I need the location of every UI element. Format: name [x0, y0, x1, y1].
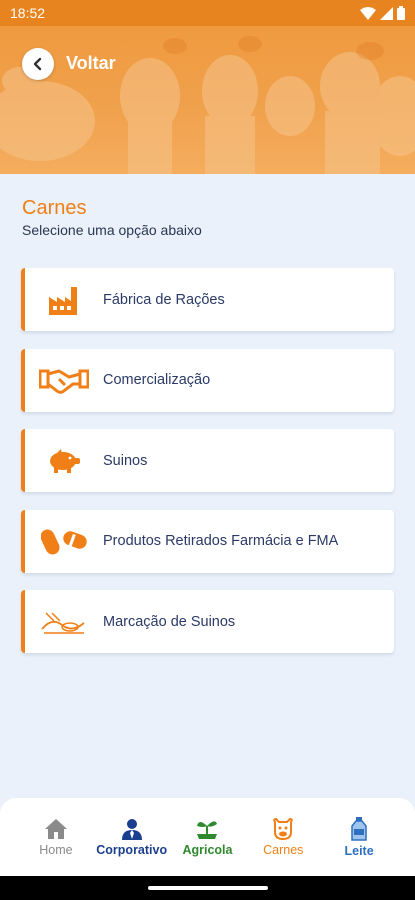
menu-item-comercializacao[interactable]: Comercialização	[21, 348, 394, 412]
nav-agricola[interactable]: Agricola	[172, 798, 242, 876]
nav-home[interactable]: Home	[21, 798, 91, 876]
cattle-background-image	[0, 36, 415, 174]
chevron-left-icon	[33, 57, 42, 71]
pig-icon	[25, 448, 103, 473]
factory-icon	[25, 285, 103, 315]
pig-marking-icon	[25, 609, 103, 635]
nav-corporativo-label: Corporativo	[96, 842, 168, 857]
status-icons	[360, 6, 405, 20]
status-time: 18:52	[10, 5, 46, 21]
pills-icon	[25, 525, 103, 557]
battery-icon	[397, 6, 405, 20]
home-gesture-handle[interactable]	[147, 886, 268, 890]
header-banner: Voltar	[0, 26, 415, 174]
menu-item-label: Suinos	[103, 452, 148, 469]
nav-home-label: Home	[39, 842, 73, 857]
nav-carnes[interactable]: Carnes	[248, 798, 318, 876]
nav-corporativo[interactable]: Corporativo	[96, 798, 168, 876]
handshake-icon	[25, 365, 103, 395]
bull-icon	[273, 817, 294, 840]
nav-leite-label: Leite	[344, 843, 374, 858]
nav-agricola-label: Agricola	[182, 842, 233, 857]
bottom-navigation: Home Corporativo Agricola Carnes Leite	[0, 798, 415, 876]
menu-item-label: Comercialização	[103, 372, 211, 388]
signal-icon	[380, 6, 393, 20]
back-label[interactable]: Voltar	[66, 53, 116, 74]
menu-item-label: Produtos Retirados Farmácia e FMA	[103, 533, 339, 549]
menu-item-marcacao-suinos[interactable]: Marcação de Suinos	[21, 590, 394, 653]
person-tie-icon	[121, 818, 142, 840]
nav-carnes-label: Carnes	[263, 842, 304, 857]
menu-item-produtos-retirados[interactable]: Produtos Retirados Farmácia e FMA	[21, 509, 394, 573]
page-title: Carnes	[22, 197, 87, 219]
menu-item-fabrica-racoes[interactable]: Fábrica de Rações	[21, 268, 394, 331]
wifi-icon	[360, 6, 376, 20]
menu-item-label: Fábrica de Rações	[103, 291, 225, 308]
page-subtitle: Selecione uma opção abaixo	[22, 222, 202, 238]
status-bar: 18:52	[0, 0, 415, 26]
back-button[interactable]	[22, 48, 54, 80]
menu-item-suinos[interactable]: Suinos	[21, 429, 394, 492]
system-gesture-bar	[0, 876, 415, 900]
sprout-icon	[197, 820, 218, 839]
milk-bottle-icon	[351, 816, 367, 841]
menu-item-label: Marcação de Suinos	[103, 613, 236, 630]
nav-leite[interactable]: Leite	[324, 798, 394, 876]
home-icon	[44, 818, 67, 839]
options-list: Fábrica de Rações Comercialização Suinos…	[21, 268, 394, 671]
